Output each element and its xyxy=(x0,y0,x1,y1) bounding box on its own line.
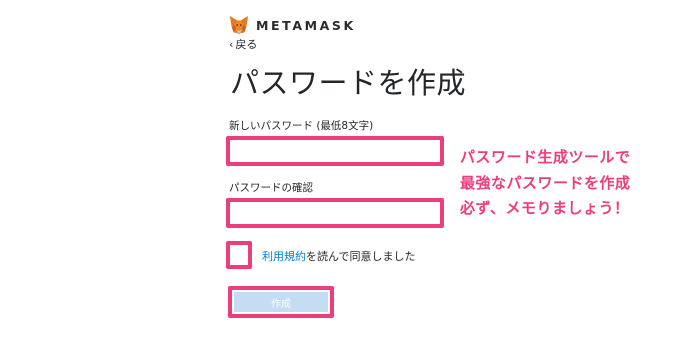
terms-agree-text: を読んで同意しました xyxy=(306,250,416,263)
password-input[interactable] xyxy=(230,140,440,162)
chevron-left-icon: ‹ xyxy=(229,37,234,51)
create-password-page: METAMASK ‹ 戻る パスワードを作成 新しいパスワード (最低8文字) … xyxy=(0,0,700,358)
annotation-line: 必ず、メモりましょう！ xyxy=(460,199,630,217)
terms-checkbox[interactable] xyxy=(226,241,252,269)
metamask-fox-icon xyxy=(229,15,249,35)
create-button[interactable]: 作成 xyxy=(234,292,328,312)
metamask-brand: METAMASK xyxy=(228,14,356,36)
back-label: 戻る xyxy=(235,38,258,51)
confirm-password-label: パスワードの確認 xyxy=(229,182,313,194)
brand-name: METAMASK xyxy=(256,17,356,33)
back-link[interactable]: ‹ 戻る xyxy=(229,36,257,52)
confirm-field-highlight xyxy=(226,198,444,228)
page-title: パスワードを作成 xyxy=(230,66,467,100)
annotation-line: パスワード生成ツールで xyxy=(460,148,631,166)
terms-text: 利用規約を読んで同意しました xyxy=(262,248,415,264)
confirm-password-input[interactable] xyxy=(230,202,440,224)
password-field-highlight xyxy=(226,136,444,166)
annotation-line: 最強なパスワードを作成 xyxy=(460,173,631,192)
create-button-highlight: 作成 xyxy=(228,286,334,318)
terms-of-use-link[interactable]: 利用規約 xyxy=(262,250,306,263)
password-label: 新しいパスワード (最低8文字) xyxy=(229,120,374,132)
annotation-note: パスワード生成ツールで 最強なパスワードを作成 必ず、メモりましょう！ xyxy=(460,145,631,222)
